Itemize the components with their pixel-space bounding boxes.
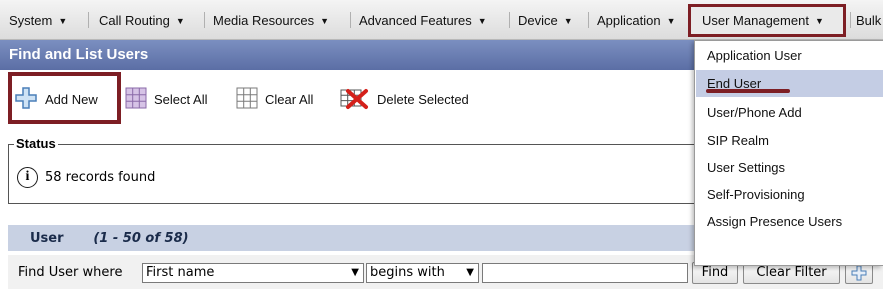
menu-advanced-features[interactable]: Advanced Features ▼ xyxy=(359,11,487,31)
status-row: i 58 records found xyxy=(17,167,155,188)
chevron-down-icon: ▼ xyxy=(58,16,68,26)
menu-user-management[interactable]: User Management ▼ xyxy=(702,11,824,31)
chevron-down-icon: ▼ xyxy=(563,16,573,26)
results-title: User xyxy=(30,231,64,246)
dropdown-item-sip-realm[interactable]: SIP Realm xyxy=(696,127,883,154)
end-user-underline xyxy=(706,89,790,93)
user-management-dropdown: Application User End User User/Phone Add… xyxy=(694,40,883,266)
clear-all-grid-icon xyxy=(236,87,258,112)
chevron-down-icon: ▼ xyxy=(814,16,824,26)
dropdown-item-assign-presence-users[interactable]: Assign Presence Users xyxy=(696,208,883,235)
dropdown-item-user-settings[interactable]: User Settings xyxy=(696,154,883,181)
dropdown-item-application-user[interactable]: Application User xyxy=(696,42,883,69)
operator-select[interactable]: begins with ▼ xyxy=(366,263,479,283)
chevron-down-icon: ▼ xyxy=(351,267,359,278)
chevron-down-icon: ▼ xyxy=(477,16,487,26)
menu-bulk[interactable]: Bulk xyxy=(856,11,881,31)
menu-media-resources[interactable]: Media Resources ▼ xyxy=(213,11,329,31)
delete-icon xyxy=(340,85,370,114)
chevron-down-icon: ▼ xyxy=(666,16,676,26)
dropdown-item-self-provisioning[interactable]: Self-Provisioning xyxy=(696,181,883,208)
field-select[interactable]: First name ▼ xyxy=(142,263,364,283)
menu-divider xyxy=(350,12,351,28)
menu-system[interactable]: System ▼ xyxy=(9,11,67,31)
menu-divider xyxy=(588,12,589,28)
select-all-button[interactable]: Select All xyxy=(125,86,207,112)
delete-selected-button[interactable]: Delete Selected xyxy=(340,86,469,112)
chevron-down-icon: ▼ xyxy=(320,16,330,26)
menu-application[interactable]: Application ▼ xyxy=(597,11,676,31)
menu-divider xyxy=(850,12,851,28)
clear-all-button[interactable]: Clear All xyxy=(236,86,313,112)
chevron-down-icon: ▼ xyxy=(466,267,474,278)
dropdown-item-user-phone-add[interactable]: User/Phone Add xyxy=(696,99,883,126)
search-input[interactable] xyxy=(482,263,688,283)
info-icon: i xyxy=(17,167,38,188)
find-label: Find User where xyxy=(18,265,123,280)
results-range: (1 - 50 of 58) xyxy=(93,231,189,246)
plus-icon xyxy=(851,265,867,281)
menu-divider xyxy=(88,12,89,28)
top-menu-bar: System ▼ Call Routing ▼ Media Resources ▼ A… xyxy=(0,0,883,40)
menu-divider xyxy=(509,12,510,28)
menu-call-routing[interactable]: Call Routing ▼ xyxy=(99,11,185,31)
status-message: 58 records found xyxy=(45,170,156,185)
chevron-down-icon: ▼ xyxy=(175,16,185,26)
menu-divider xyxy=(204,12,205,28)
add-new-highlight xyxy=(8,72,121,124)
select-all-grid-icon xyxy=(125,87,147,112)
menu-device[interactable]: Device ▼ xyxy=(518,11,573,31)
status-legend: Status xyxy=(14,136,58,151)
